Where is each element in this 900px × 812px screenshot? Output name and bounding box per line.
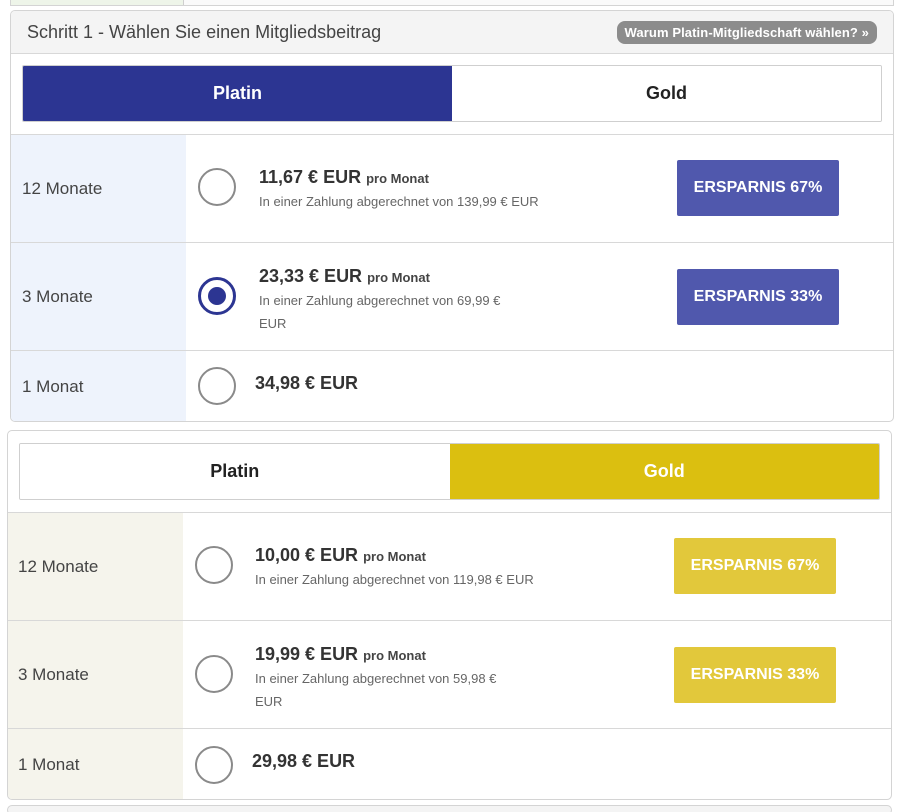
tier-tabs: Platin Gold bbox=[22, 65, 882, 122]
savings-badge: ERSPARNIS 33% bbox=[677, 269, 839, 325]
plan-price: 29,98 € EUR bbox=[252, 751, 356, 771]
plan-radio-button[interactable] bbox=[198, 168, 236, 206]
plan-price: 34,98 € EUR bbox=[255, 373, 359, 393]
plan-price: 19,99 € EUR pro Monat bbox=[255, 644, 426, 664]
plan-radio-button[interactable] bbox=[198, 367, 236, 405]
plan-billing-note: In einer Zahlung abgerechnet von 139,99 … bbox=[259, 194, 539, 209]
next-section-edge bbox=[7, 805, 892, 812]
plan-radio-button-selected[interactable] bbox=[198, 277, 236, 315]
savings-badge: ERSPARNIS 67% bbox=[674, 538, 836, 594]
plan-price: 11,67 € EUR pro Monat bbox=[259, 167, 429, 187]
plan-duration: 12 Monate bbox=[11, 135, 186, 242]
plan-price: 10,00 € EUR pro Monat bbox=[255, 545, 426, 565]
membership-panel-platin: Schritt 1 - Wählen Sie einen Mitgliedsbe… bbox=[10, 10, 894, 422]
plan-radio-button[interactable] bbox=[195, 655, 233, 693]
plan-billing-note: In einer Zahlung abgerechnet von 69,99 €… bbox=[259, 293, 501, 331]
plan-duration: 1 Monat bbox=[8, 729, 183, 799]
plan-row-1-month[interactable]: 1 Monat 34,98 € EUR bbox=[11, 351, 893, 421]
plan-duration: 12 Monate bbox=[8, 513, 183, 620]
why-platin-link[interactable]: Warum Platin-Mitgliedschaft wählen? » bbox=[616, 20, 877, 44]
plan-duration: 3 Monate bbox=[8, 621, 183, 728]
plan-billing-note: In einer Zahlung abgerechnet von 119,98 … bbox=[255, 572, 534, 587]
tier-tabs: Platin Gold bbox=[19, 443, 880, 500]
savings-badge: ERSPARNIS 33% bbox=[674, 647, 836, 703]
plan-radio-button[interactable] bbox=[195, 546, 233, 584]
membership-panel-gold: Platin Gold 12 Monate 10,00 € EUR pro Mo… bbox=[7, 430, 892, 800]
plan-price: 23,33 € EUR pro Monat bbox=[259, 266, 430, 286]
tab-gold[interactable]: Gold bbox=[452, 66, 881, 121]
plan-row-1-month[interactable]: 1 Monat 29,98 € EUR bbox=[8, 729, 891, 799]
previous-section-edge bbox=[10, 0, 894, 6]
plan-row-12-months[interactable]: 12 Monate 11,67 € EUR pro Monat In einer… bbox=[11, 135, 893, 243]
tab-gold[interactable]: Gold bbox=[449, 444, 879, 499]
plan-radio-button[interactable] bbox=[195, 746, 233, 784]
step-title: Schritt 1 - Wählen Sie einen Mitgliedsbe… bbox=[27, 21, 382, 42]
plan-duration: 3 Monate bbox=[11, 243, 186, 350]
tab-platin[interactable]: Platin bbox=[23, 66, 452, 121]
plan-billing-note: In einer Zahlung abgerechnet von 59,98 €… bbox=[255, 671, 497, 709]
plan-row-3-months[interactable]: 3 Monate 19,99 € EUR pro Monat In einer … bbox=[8, 621, 891, 729]
tab-platin[interactable]: Platin bbox=[20, 444, 450, 499]
previous-section-label-cell bbox=[11, 0, 184, 5]
tier-tabs-container: Platin Gold bbox=[11, 54, 893, 135]
tier-tabs-container: Platin Gold bbox=[8, 431, 891, 513]
plan-row-3-months[interactable]: 3 Monate 23,33 € EUR pro Monat In einer … bbox=[11, 243, 893, 351]
plan-duration: 1 Monat bbox=[11, 351, 186, 421]
plan-row-12-months[interactable]: 12 Monate 10,00 € EUR pro Monat In einer… bbox=[8, 513, 891, 621]
step-header: Schritt 1 - Wählen Sie einen Mitgliedsbe… bbox=[11, 11, 893, 54]
savings-badge: ERSPARNIS 67% bbox=[677, 160, 839, 216]
